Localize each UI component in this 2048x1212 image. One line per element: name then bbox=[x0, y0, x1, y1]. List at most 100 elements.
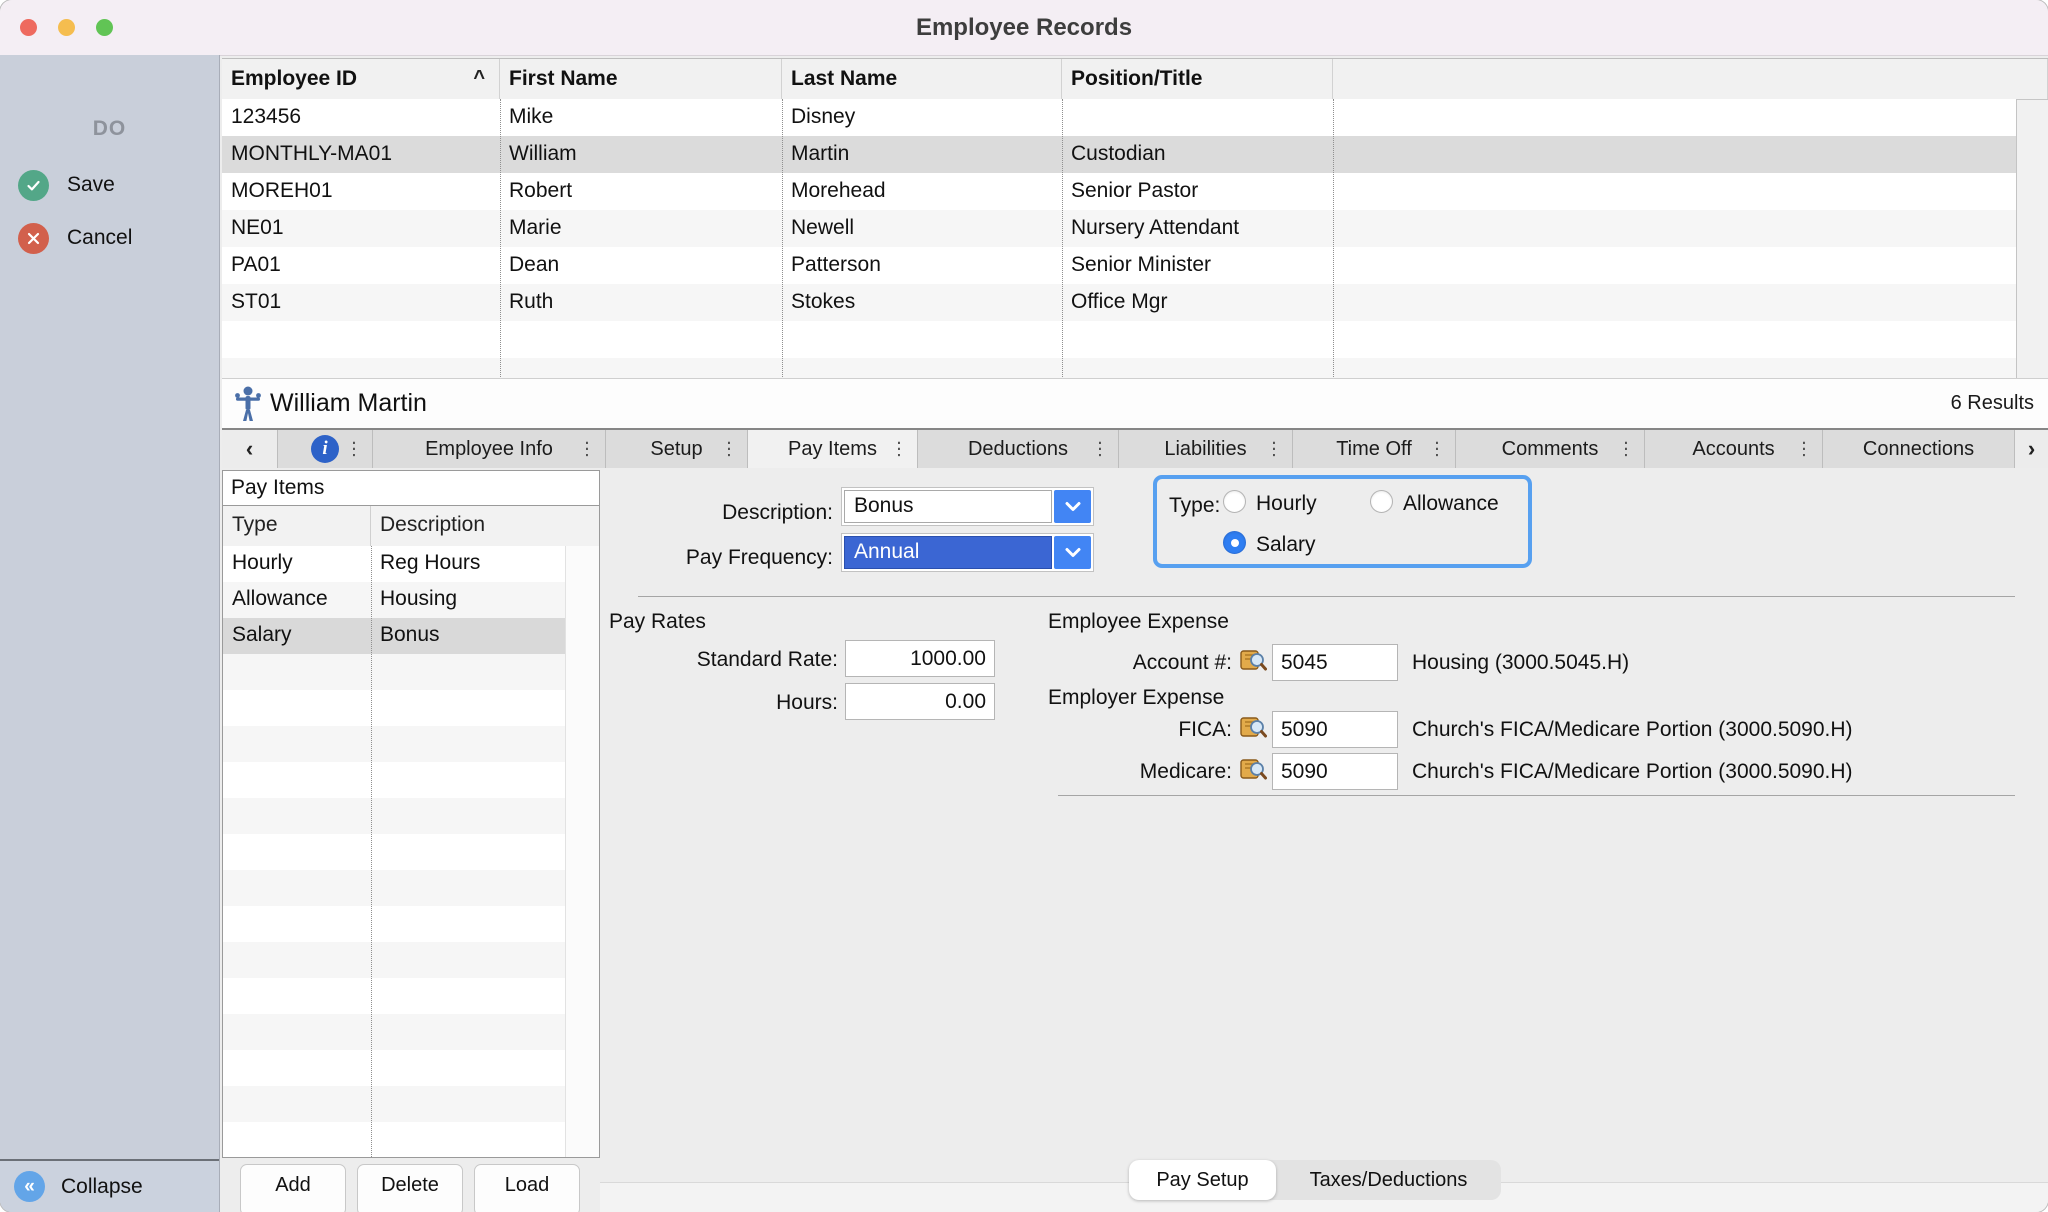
employee-table-header: Employee ID ^ First Name Last Name Posit… bbox=[222, 59, 2048, 100]
account-number-input[interactable] bbox=[1272, 644, 1398, 681]
tab-taxes-deductions[interactable]: Taxes/Deductions bbox=[1276, 1160, 1501, 1200]
table-row[interactable]: ST01 Ruth Stokes Office Mgr bbox=[222, 284, 2016, 321]
load-button[interactable]: Load bbox=[474, 1164, 580, 1212]
tab-employee-info[interactable]: Employee Info ⋮ bbox=[373, 430, 606, 468]
table-row-selected[interactable]: MONTHLY-MA01 William Martin Custodian bbox=[222, 136, 2016, 173]
tab-label: Deductions bbox=[968, 438, 1068, 461]
type-hourly-label[interactable]: Hourly bbox=[1256, 492, 1317, 516]
tab-menu-dots-icon[interactable]: ⋮ bbox=[1795, 439, 1813, 460]
collapse-button[interactable]: « Collapse bbox=[0, 1159, 219, 1212]
tab-accounts[interactable]: Accounts ⋮ bbox=[1645, 430, 1823, 468]
tab-info[interactable]: i ⋮ bbox=[278, 430, 373, 468]
pay-item-row-empty bbox=[223, 1050, 566, 1086]
pay-item-row[interactable]: Allowance Housing bbox=[223, 582, 566, 618]
type-hourly-radio[interactable] bbox=[1223, 490, 1246, 513]
tab-pay-items[interactable]: Pay Items ⋮ bbox=[748, 430, 918, 468]
pay-frequency-dropdown-button[interactable] bbox=[1054, 536, 1091, 569]
cell-last-name: Disney bbox=[782, 99, 1062, 136]
tab-pay-setup[interactable]: Pay Setup bbox=[1129, 1160, 1276, 1200]
selected-employee-name: William Martin bbox=[270, 389, 427, 418]
account-lookup-icon[interactable] bbox=[1240, 647, 1267, 673]
pay-items-scrollbar[interactable] bbox=[565, 546, 599, 1157]
tab-label: Liabilities bbox=[1164, 438, 1246, 461]
table-row[interactable]: 123456 Mike Disney bbox=[222, 99, 2016, 136]
medicare-lookup-icon[interactable] bbox=[1240, 756, 1267, 782]
type-salary-label[interactable]: Salary bbox=[1256, 533, 1316, 557]
column-header-last-name[interactable]: Last Name bbox=[782, 59, 1062, 99]
pay-items-column-type[interactable]: Type bbox=[223, 506, 371, 546]
medicare-account-input[interactable] bbox=[1272, 753, 1398, 790]
tab-menu-dots-icon[interactable]: ⋮ bbox=[578, 439, 596, 460]
sort-ascending-icon[interactable]: ^ bbox=[473, 67, 485, 90]
pay-item-row-selected[interactable]: Salary Bonus bbox=[223, 618, 566, 654]
type-allowance-label[interactable]: Allowance bbox=[1403, 492, 1499, 516]
tab-menu-dots-icon[interactable]: ⋮ bbox=[1091, 439, 1109, 460]
pay-frequency-value[interactable]: Annual bbox=[844, 536, 1052, 569]
table-row[interactable]: MOREH01 Robert Morehead Senior Pastor bbox=[222, 173, 2016, 210]
cancel-label: Cancel bbox=[67, 226, 132, 250]
cell-empty bbox=[1333, 284, 2016, 321]
collapse-label: Collapse bbox=[61, 1175, 143, 1199]
fica-label: FICA: bbox=[1040, 718, 1232, 742]
pay-items-panel-title: Pay Items bbox=[223, 471, 599, 506]
tab-menu-dots-icon[interactable]: ⋮ bbox=[1428, 439, 1446, 460]
column-header-label: Position/Title bbox=[1071, 67, 1202, 90]
pay-frequency-combobox[interactable]: Annual bbox=[841, 533, 1094, 572]
hours-input[interactable] bbox=[845, 683, 995, 720]
pay-items-panel: Pay Items Type Description Hourly Reg Ho… bbox=[222, 470, 600, 1158]
tab-setup[interactable]: Setup ⋮ bbox=[606, 430, 748, 468]
employee-expense-title: Employee Expense bbox=[1048, 610, 1229, 634]
column-header-first-name[interactable]: First Name bbox=[500, 59, 782, 99]
fica-lookup-icon[interactable] bbox=[1240, 714, 1267, 740]
tab-liabilities[interactable]: Liabilities ⋮ bbox=[1119, 430, 1293, 468]
tab-menu-dots-icon[interactable]: ⋮ bbox=[890, 439, 908, 460]
fica-account-input[interactable] bbox=[1272, 711, 1398, 748]
save-button[interactable]: Save bbox=[18, 165, 115, 205]
tab-connections[interactable]: Connections bbox=[1823, 430, 2015, 468]
cell-last-name: Stokes bbox=[782, 284, 1062, 321]
add-button[interactable]: Add bbox=[240, 1164, 346, 1212]
tab-comments[interactable]: Comments ⋮ bbox=[1456, 430, 1645, 468]
tab-deductions[interactable]: Deductions ⋮ bbox=[918, 430, 1119, 468]
save-check-icon bbox=[18, 170, 49, 201]
employer-expense-title: Employer Expense bbox=[1048, 686, 1224, 710]
section-divider bbox=[638, 596, 2015, 597]
column-header-employee-id[interactable]: Employee ID ^ bbox=[222, 59, 500, 99]
cell-empty bbox=[1333, 210, 2016, 247]
chevron-down-icon bbox=[1064, 501, 1082, 513]
table-row[interactable]: NE01 Marie Newell Nursery Attendant bbox=[222, 210, 2016, 247]
pay-item-row-empty bbox=[223, 1122, 566, 1157]
description-dropdown-button[interactable] bbox=[1054, 490, 1091, 523]
column-header-label: Employee ID bbox=[231, 67, 357, 90]
tabs-scroll-left-button[interactable]: ‹ bbox=[222, 430, 278, 468]
description-value[interactable]: Bonus bbox=[844, 490, 1052, 523]
tabs-scroll-right-button[interactable]: › bbox=[2015, 430, 2048, 468]
results-count: 6 Results bbox=[1951, 392, 2034, 415]
tab-menu-dots-icon[interactable]: ⋮ bbox=[345, 439, 363, 460]
pay-item-row[interactable]: Hourly Reg Hours bbox=[223, 546, 566, 582]
tab-menu-dots-icon[interactable]: ⋮ bbox=[720, 439, 738, 460]
standard-rate-input[interactable] bbox=[845, 640, 995, 677]
type-label: Type: bbox=[1169, 494, 1220, 518]
cell-employee-id: ST01 bbox=[222, 284, 500, 321]
cancel-x-icon bbox=[18, 223, 49, 254]
tab-menu-dots-icon[interactable]: ⋮ bbox=[1617, 439, 1635, 460]
column-header-position[interactable]: Position/Title bbox=[1062, 59, 1333, 99]
type-allowance-radio[interactable] bbox=[1370, 490, 1393, 513]
column-divider bbox=[782, 99, 783, 379]
delete-button[interactable]: Delete bbox=[357, 1164, 463, 1212]
tab-time-off[interactable]: Time Off ⋮ bbox=[1293, 430, 1456, 468]
record-tab-bar: ‹ i ⋮ Employee Info ⋮ Setup ⋮ Pay Items … bbox=[222, 428, 2048, 468]
cell-employee-id: MOREH01 bbox=[222, 173, 500, 210]
pay-item-row-empty bbox=[223, 654, 566, 690]
cell-empty bbox=[1333, 136, 2016, 173]
cell-type: Hourly bbox=[223, 546, 371, 582]
type-salary-radio[interactable] bbox=[1223, 531, 1246, 554]
tab-menu-dots-icon[interactable]: ⋮ bbox=[1265, 439, 1283, 460]
cancel-button[interactable]: Cancel bbox=[18, 218, 132, 258]
description-combobox[interactable]: Bonus bbox=[841, 487, 1094, 526]
pay-items-column-description[interactable]: Description bbox=[371, 506, 485, 546]
type-radio-group: Type: Hourly Allowance Salary bbox=[1153, 475, 1532, 568]
table-row[interactable]: PA01 Dean Patterson Senior Minister bbox=[222, 247, 2016, 284]
pay-item-row-empty bbox=[223, 978, 566, 1014]
